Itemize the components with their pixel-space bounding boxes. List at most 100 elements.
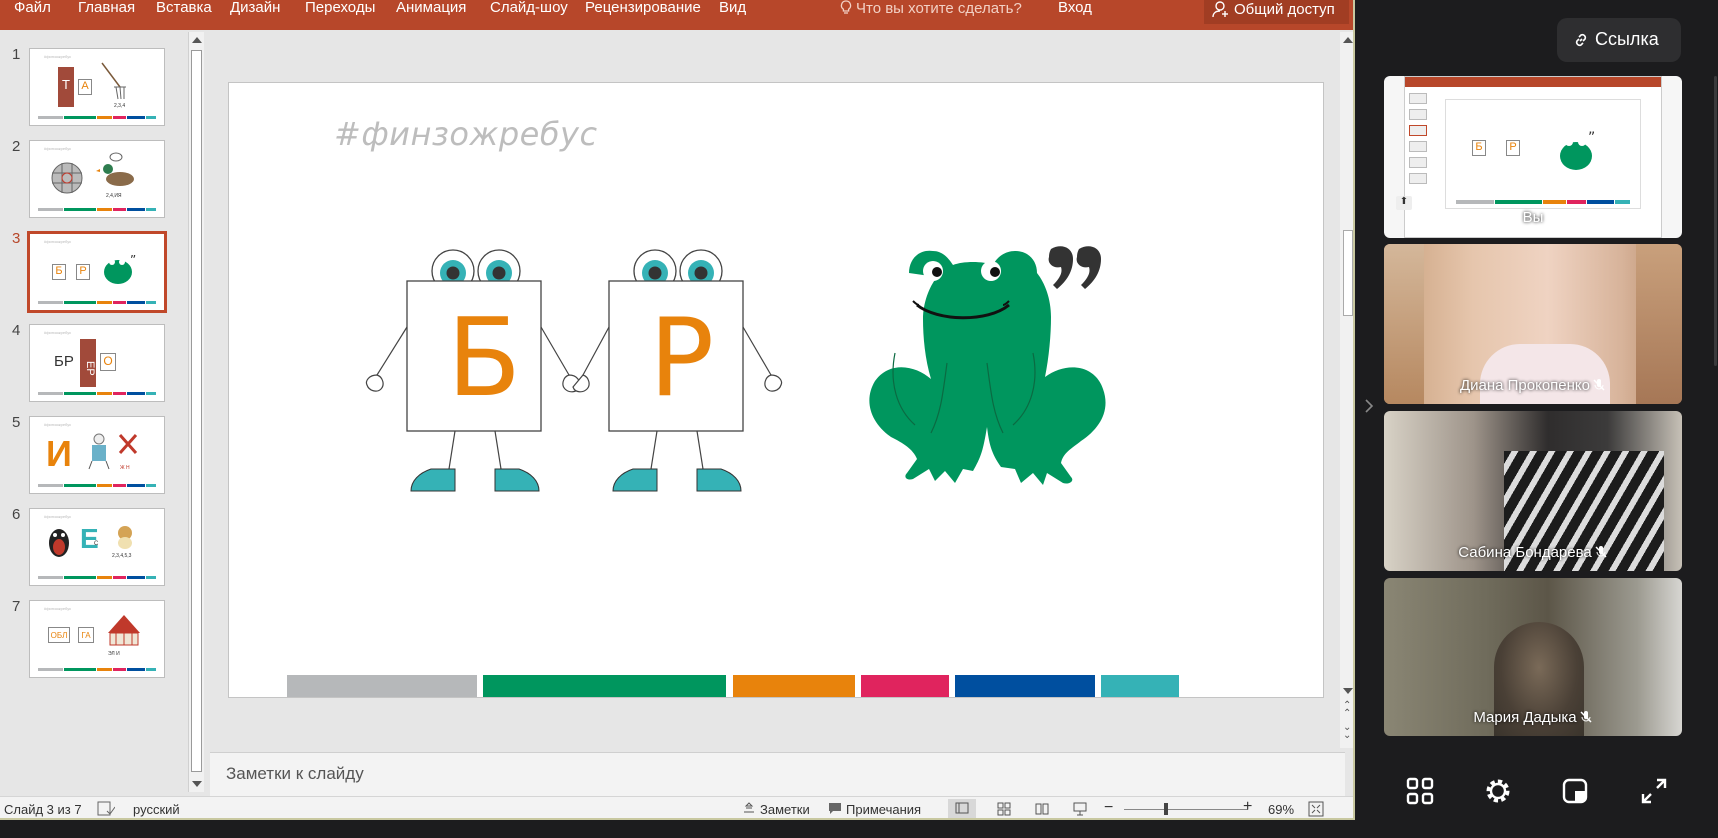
fullscreen-icon[interactable] (1637, 774, 1671, 808)
thumb-number: 4 (12, 322, 21, 339)
spellcheck-icon[interactable] (97, 801, 115, 817)
color-segment-green (483, 675, 726, 697)
comments-toggle[interactable]: Примечания (846, 802, 921, 817)
chevron-right-icon[interactable] (1364, 398, 1374, 414)
thumbnails-scrollbar[interactable] (188, 32, 204, 792)
gear-icon[interactable] (1481, 774, 1515, 808)
thumb-number: 5 (12, 414, 21, 431)
prev-slide-icon[interactable]: ⌃ ⌃ (1343, 701, 1351, 719)
tab-view[interactable]: Вид (719, 0, 746, 16)
mic-muted-icon (1580, 711, 1592, 723)
tab-file[interactable]: Файл (14, 0, 51, 16)
reading-view-icon[interactable] (1034, 801, 1050, 817)
tab-animation[interactable]: Анимация (396, 0, 466, 16)
slide-thumbnail-5[interactable]: #финзожребус И Ж Н (29, 416, 165, 494)
tell-me-text: Что вы хотите сделать? (856, 0, 1022, 17)
zoom-out-icon[interactable]: − (1104, 799, 1113, 817)
preview-color-bar (1456, 200, 1630, 204)
editor-scrollbar[interactable]: ⌃ ⌃ ⌄ ⌄ (1340, 32, 1353, 748)
scroll-up-icon[interactable] (1343, 37, 1353, 43)
slide-title: #финзожребус (334, 115, 598, 153)
add-person-icon (1212, 1, 1228, 18)
zoom-level[interactable]: 69% (1268, 802, 1294, 817)
participants-scrollbar[interactable] (1714, 76, 1717, 366)
tell-me-search[interactable]: Что вы хотите сделать? (840, 0, 1022, 17)
grid-icon[interactable] (1403, 774, 1437, 808)
lightbulb-icon (840, 0, 852, 14)
status-bar: Слайд 3 из 7 русский Заметки Примечания … (0, 796, 1353, 818)
participant-tile-self[interactable]: Б Р ” ⬆ Вы (1384, 76, 1682, 238)
mic-muted-icon (1595, 546, 1607, 558)
tab-slideshow[interactable]: Слайд-шоу (490, 0, 568, 16)
letter-b-text: Б (447, 296, 522, 421)
slide-thumbnail-7[interactable]: #финзожребус ОБЛ ГА ЭЛ И (29, 600, 165, 678)
thumb-title: #финзожребус (44, 146, 72, 151)
tab-design[interactable]: Дизайн (230, 0, 280, 16)
thumb-note: ЭЛ И (108, 651, 120, 657)
sign-in-link[interactable]: Вход (1058, 0, 1092, 16)
notes-toggle[interactable]: Заметки (760, 802, 810, 817)
thumb-color-bar (38, 301, 156, 304)
thumb-number: 3 (12, 230, 21, 247)
slide-thumbnail-2[interactable]: #финзожребус 2,4,ИЯ (29, 140, 165, 218)
thumb-note: 2,3,4 (114, 103, 126, 109)
copy-link-button[interactable]: Ссылка (1557, 18, 1681, 62)
scrollbar-thumb[interactable] (1343, 230, 1353, 316)
tab-transitions[interactable]: Переходы (305, 0, 375, 16)
color-segment-orange (733, 675, 855, 697)
scrollbar-thumb[interactable] (191, 50, 202, 772)
slide-thumbnail-4[interactable]: #финзожребус БР ЕР О (29, 324, 165, 402)
link-icon (1575, 33, 1587, 47)
color-segment-gray (287, 675, 477, 697)
zoom-in-icon[interactable]: + (1243, 798, 1252, 816)
comment-icon (829, 803, 841, 814)
upload-icon: ⬆ (1396, 196, 1412, 210)
slideshow-icon[interactable] (1072, 801, 1088, 817)
participant-tile-video[interactable]: Мария Дадыка (1384, 578, 1682, 736)
zoom-slider[interactable] (1124, 803, 1248, 815)
slide-thumbnail-6[interactable]: #финзожребус Е С 2,3,4,5,3 (29, 508, 165, 586)
thumb-card: ОБЛ (48, 627, 70, 643)
thumb-color-bar (38, 576, 156, 579)
slide-thumbnail-1[interactable]: #финзожребус Т А 2,3,4 (29, 48, 165, 126)
participant-tile-video[interactable]: Диана Прокопенко (1384, 244, 1682, 404)
slide-notes[interactable]: Заметки к слайду (210, 752, 1345, 796)
thumb-text: И (46, 433, 72, 474)
notes-placeholder: Заметки к слайду (226, 764, 364, 783)
scroll-up-icon[interactable] (192, 37, 202, 43)
thumb-text: БР (54, 353, 74, 370)
slide-thumbnail-3[interactable]: #финзожребус Б Р ” (27, 231, 167, 313)
share-button[interactable]: Общий доступ (1204, 0, 1349, 24)
thumb-number: 6 (12, 506, 21, 523)
fit-to-window-icon[interactable] (1308, 801, 1324, 817)
thumb-title: #финзожребус (44, 54, 72, 59)
quote-mark-icon (1048, 246, 1101, 289)
preview-card: Б (1472, 140, 1486, 156)
thumb-note: Ж Н (120, 465, 130, 471)
thumb-card: Б (52, 264, 66, 280)
normal-view-button[interactable] (948, 799, 976, 818)
participant-name: Мария Дадыка (1384, 709, 1682, 726)
video-shirt (1480, 344, 1610, 404)
grid-ball-icon (51, 162, 83, 194)
next-slide-icon[interactable]: ⌄ ⌄ (1343, 723, 1351, 741)
participant-tile-video[interactable]: Сабина Бондарева (1384, 411, 1682, 571)
duck-icon (96, 152, 134, 186)
thumb-card: ЕР (80, 339, 96, 387)
scroll-down-icon[interactable] (1343, 688, 1353, 694)
thumb-text: С (94, 541, 99, 547)
scroll-down-icon[interactable] (192, 781, 202, 787)
layout-icon[interactable] (1558, 774, 1592, 808)
scissors-icon (118, 434, 138, 454)
language-indicator[interactable]: русский (133, 802, 180, 817)
zoom-slider-thumb[interactable] (1164, 803, 1168, 815)
tab-home[interactable]: Главная (78, 0, 135, 16)
notes-icon (744, 802, 754, 813)
tab-review[interactable]: Рецензирование (585, 0, 701, 16)
current-slide[interactable]: #финзожребус Б Р (228, 82, 1324, 698)
slide-sorter-icon[interactable] (996, 801, 1012, 817)
share-label: Общий доступ (1234, 1, 1335, 18)
thumb-title: #финзожребус (44, 606, 72, 611)
slide-counter: Слайд 3 из 7 (4, 802, 82, 817)
tab-insert[interactable]: Вставка (156, 0, 212, 16)
